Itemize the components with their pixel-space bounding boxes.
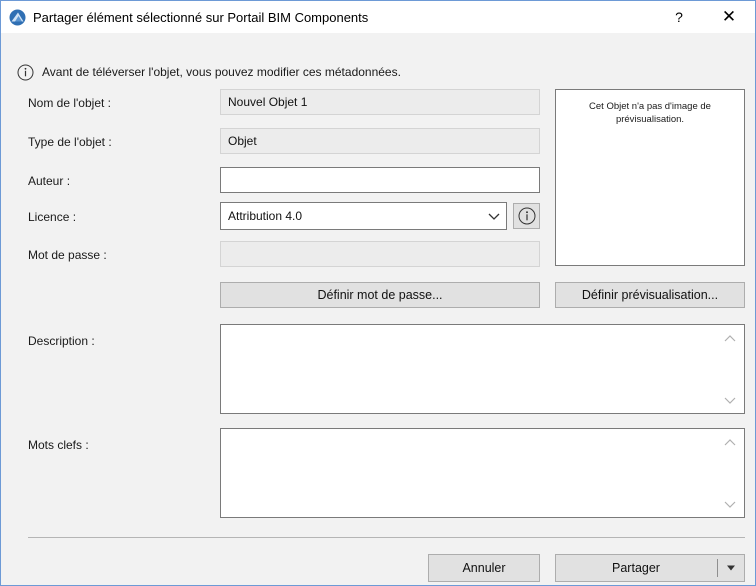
object-type-label: Type de l'objet : bbox=[28, 135, 112, 149]
info-circle-icon bbox=[17, 64, 34, 80]
share-button[interactable]: Partager bbox=[556, 555, 716, 581]
title-bar: Partager élément sélectionné sur Portail… bbox=[1, 1, 755, 33]
password-label: Mot de passe : bbox=[28, 248, 107, 262]
keywords-textarea[interactable] bbox=[220, 428, 745, 518]
license-select[interactable]: Attribution 4.0 bbox=[220, 202, 507, 230]
object-name-label: Nom de l'objet : bbox=[28, 96, 111, 110]
author-input[interactable] bbox=[220, 167, 540, 193]
help-button[interactable]: ? bbox=[667, 5, 691, 29]
dropdown-arrow-icon[interactable] bbox=[725, 564, 737, 572]
license-info-button[interactable] bbox=[513, 203, 540, 229]
set-password-button[interactable]: Définir mot de passe... bbox=[220, 282, 540, 308]
password-field bbox=[220, 241, 540, 267]
license-selected-value: Attribution 4.0 bbox=[228, 209, 303, 223]
scroll-down-icon[interactable] bbox=[724, 397, 736, 405]
info-text: Avant de téléverser l'objet, vous pouvez… bbox=[42, 65, 401, 79]
cancel-button[interactable]: Annuler bbox=[428, 554, 540, 582]
scroll-up-icon[interactable] bbox=[724, 334, 736, 342]
scroll-up-icon[interactable] bbox=[724, 438, 736, 446]
description-textarea[interactable] bbox=[220, 324, 745, 414]
set-preview-button[interactable]: Définir prévisualisation... bbox=[555, 282, 745, 308]
object-name-field: Nouvel Objet 1 bbox=[220, 89, 540, 115]
close-button[interactable]: ✕ bbox=[715, 5, 743, 29]
scroll-down-icon[interactable] bbox=[724, 501, 736, 509]
keywords-label: Mots clefs : bbox=[28, 438, 89, 452]
footer-divider bbox=[28, 537, 745, 538]
close-icon: ✕ bbox=[721, 7, 737, 26]
archicad-app-icon bbox=[9, 9, 26, 26]
window-title: Partager élément sélectionné sur Portail… bbox=[33, 10, 369, 25]
share-dialog: Partager élément sélectionné sur Portail… bbox=[0, 0, 756, 586]
description-label: Description : bbox=[28, 334, 95, 348]
object-type-field: Objet bbox=[220, 128, 540, 154]
preview-placeholder-text: Cet Objet n'a pas d'image de prévisualis… bbox=[589, 101, 711, 125]
split-separator bbox=[717, 559, 718, 577]
share-split-button: Partager bbox=[555, 554, 745, 582]
info-message: Avant de téléverser l'objet, vous pouvez… bbox=[17, 63, 401, 81]
preview-image-box: Cet Objet n'a pas d'image de prévisualis… bbox=[555, 89, 745, 266]
author-label: Auteur : bbox=[28, 174, 71, 188]
chevron-down-icon bbox=[488, 213, 500, 220]
license-label: Licence : bbox=[28, 210, 77, 224]
info-circle-icon bbox=[518, 207, 535, 225]
